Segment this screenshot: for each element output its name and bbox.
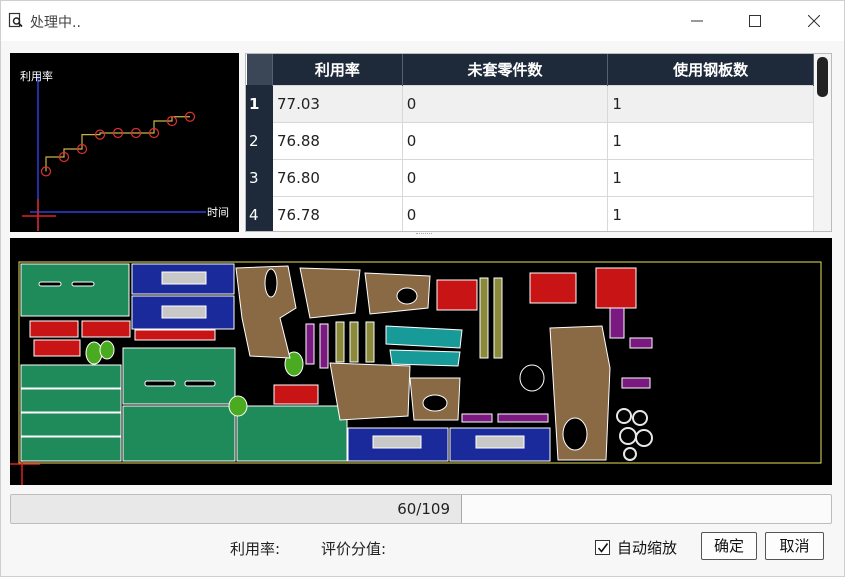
- column-header-unnested-parts[interactable]: 未套零件数: [402, 54, 609, 85]
- row-header[interactable]: 4: [246, 195, 273, 231]
- cell-utilization[interactable]: 76.78: [272, 195, 403, 231]
- cell-unnested-parts[interactable]: 0: [401, 84, 609, 123]
- row-header[interactable]: 3: [246, 158, 273, 197]
- splitter-handle[interactable]: [416, 233, 432, 235]
- chart-y-label: 利用率: [20, 70, 53, 83]
- cell-sheets-used[interactable]: 1: [607, 84, 814, 123]
- table-corner[interactable]: [246, 54, 273, 85]
- column-header-utilization[interactable]: 利用率: [272, 54, 403, 85]
- progress-text: 60/109: [397, 500, 450, 518]
- minimize-button[interactable]: [674, 1, 720, 41]
- window-title: 处理中..: [30, 15, 81, 31]
- auto-zoom-checkbox[interactable]: [595, 540, 610, 555]
- cell-unnested-parts[interactable]: 0: [401, 158, 609, 197]
- utilization-chart: 利用率 时间: [10, 53, 239, 232]
- chart-x-label: 时间: [207, 206, 229, 219]
- cell-utilization[interactable]: 77.03: [272, 84, 403, 123]
- part-group-teal: [385, 325, 463, 367]
- processing-dialog: 处理中.. 利用率 时间 利用率 未套零件数 使用钢板数 1 77.03 0 1…: [0, 0, 845, 577]
- column-header-sheets-used[interactable]: 使用钢板数: [607, 54, 814, 85]
- row-header[interactable]: 1: [246, 84, 273, 123]
- nesting-preview: [10, 238, 832, 485]
- maximize-icon: [749, 15, 761, 27]
- table-scrollbar[interactable]: [814, 54, 831, 231]
- cell-utilization[interactable]: 76.88: [272, 121, 403, 160]
- cell-sheets-used[interactable]: 1: [607, 158, 814, 197]
- title-bar: 处理中..: [1, 1, 844, 41]
- cancel-button[interactable]: 取消: [765, 532, 824, 560]
- utilization-line: [45, 116, 190, 172]
- table-row[interactable]: 1 77.03 0 1: [246, 84, 814, 123]
- table-row[interactable]: 2 76.88 0 1: [246, 121, 814, 160]
- maximize-button[interactable]: [732, 1, 778, 41]
- cell-unnested-parts[interactable]: 0: [401, 195, 609, 231]
- close-icon: [808, 15, 820, 27]
- row-header[interactable]: 2: [246, 121, 273, 160]
- results-table-panel: 利用率 未套零件数 使用钢板数 1 77.03 0 1 2 76.88 0 1: [245, 53, 832, 232]
- auto-zoom-label[interactable]: 自动缩放: [617, 537, 677, 558]
- cell-sheets-used[interactable]: 1: [607, 195, 814, 231]
- nesting-canvas: [10, 261, 822, 485]
- table-row[interactable]: 3 76.80 0 1: [246, 158, 814, 197]
- progress-bar: 60/109: [10, 494, 832, 524]
- part-group-rings: [616, 408, 653, 461]
- search-document-icon: [8, 12, 23, 28]
- utilization-label: 利用率:: [230, 540, 281, 558]
- ok-button[interactable]: 确定: [701, 532, 757, 560]
- checkmark-icon: [597, 543, 609, 553]
- minimize-icon: [691, 20, 703, 22]
- cell-utilization[interactable]: 76.80: [272, 158, 403, 197]
- cell-unnested-parts[interactable]: 0: [401, 121, 609, 160]
- results-table: 利用率 未套零件数 使用钢板数 1 77.03 0 1 2 76.88 0 1: [246, 54, 814, 231]
- table-row[interactable]: 4 76.78 0 1: [246, 195, 814, 231]
- cell-sheets-used[interactable]: 1: [607, 121, 814, 160]
- score-label: 评价分值:: [321, 540, 387, 558]
- close-button[interactable]: [791, 1, 837, 41]
- table-scrollbar-thumb[interactable]: [817, 57, 828, 97]
